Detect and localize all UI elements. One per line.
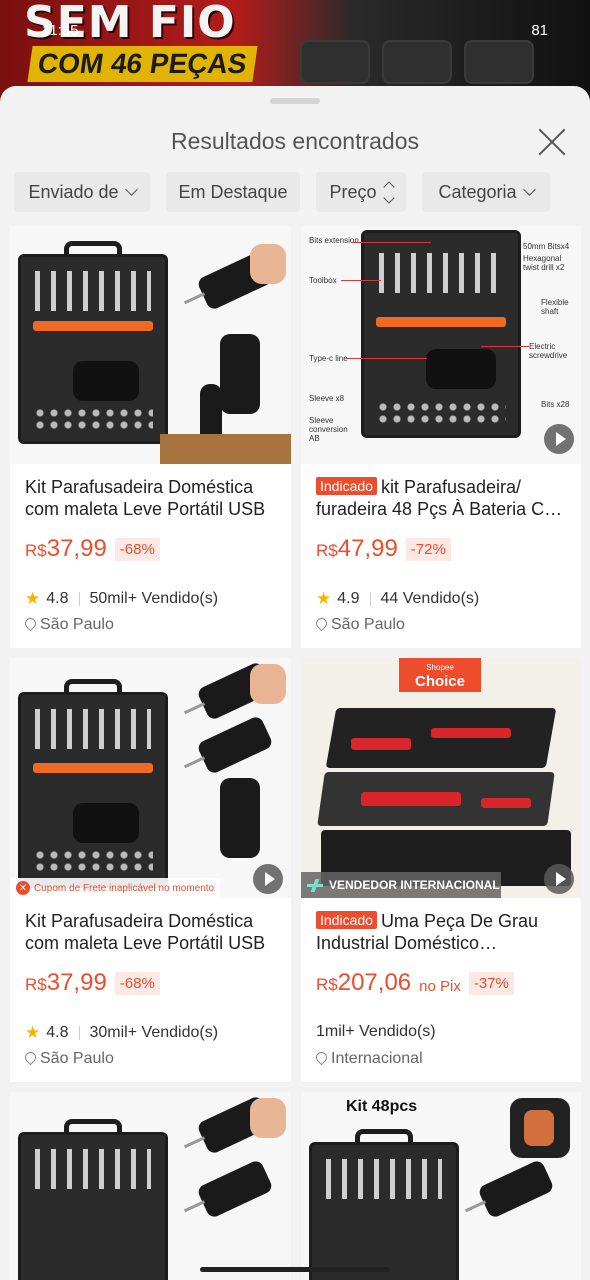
- international-seller-ribbon: VENDEDOR INTERNACIONAL: [301, 872, 501, 898]
- pix-label: no Pix: [419, 977, 461, 995]
- glove-thumbnail: [510, 1098, 570, 1158]
- filter-label: Preço: [329, 181, 377, 202]
- promo-subline: COM 46 PEÇAS: [27, 46, 258, 82]
- product-price: R$37,99: [25, 535, 107, 562]
- status-battery: 81: [531, 22, 548, 39]
- sort-icon: [382, 180, 395, 204]
- play-video-icon[interactable]: [544, 864, 574, 894]
- sold-count: 44 Vendido(s): [380, 590, 480, 607]
- rating-value: 4.9: [337, 590, 360, 607]
- product-card[interactable]: Shopee Choice VENDEDOR INTERNACIONAL Ind…: [301, 658, 581, 1082]
- product-price: R$37,99: [25, 969, 107, 996]
- filter-bar: Enviado de Em Destaque Preço Categoria: [14, 172, 576, 212]
- chevron-down-icon: [124, 183, 138, 196]
- home-indicator[interactable]: [200, 1267, 390, 1272]
- location: São Paulo: [25, 1050, 114, 1068]
- filter-label: Enviado de: [28, 181, 119, 202]
- results-sheet: Resultados encontrados Enviado de Em Des…: [0, 86, 590, 1280]
- product-image: [10, 226, 291, 464]
- indicado-tag: Indicado: [316, 911, 377, 929]
- rating-sold: ★ 4.8 50mil+ Vendido(s): [25, 589, 218, 609]
- rating-sold: 1mil+ Vendido(s): [316, 1023, 436, 1041]
- play-video-icon[interactable]: [253, 864, 283, 894]
- status-time: 11:35: [42, 22, 79, 39]
- location-pin-icon: [25, 618, 36, 632]
- discount-badge: -72%: [405, 537, 451, 561]
- star-icon: ★: [316, 589, 332, 608]
- product-card[interactable]: ✕ Cupom de Frete inaplicável no momento …: [10, 658, 291, 1082]
- filter-label: Em Destaque: [178, 181, 288, 202]
- rating-value: 4.8: [46, 590, 69, 607]
- product-image: Shopee Choice VENDEDOR INTERNACIONAL: [301, 658, 581, 898]
- product-title: Kit Parafusadeira Doméstica com maleta L…: [25, 477, 266, 519]
- sold-count: 1mil+ Vendido(s): [316, 1023, 436, 1040]
- filter-label: Categoria: [438, 181, 517, 202]
- product-grid: Kit Parafusadeira Doméstica com maleta L…: [10, 226, 581, 1280]
- price-row: R$47,99 -72%: [316, 535, 451, 563]
- filter-enviado-de[interactable]: Enviado de: [14, 172, 150, 212]
- location-pin-icon: [25, 1052, 36, 1066]
- filter-em-destaque[interactable]: Em Destaque: [166, 172, 300, 212]
- sold-count: 50mil+ Vendido(s): [89, 590, 219, 607]
- star-icon: ★: [25, 589, 41, 608]
- sheet-grabber[interactable]: [270, 98, 320, 104]
- price-row: R$207,06 no Pix -37%: [316, 969, 514, 997]
- kit-label: Kit 48pcs: [346, 1098, 418, 1115]
- product-card[interactable]: Bits extension Toolbox Type-c line Sleev…: [301, 226, 581, 648]
- location-pin-icon: [316, 618, 327, 632]
- background-banner: SEM FIO COM 46 PEÇAS 11:35 81: [0, 0, 590, 100]
- indicado-tag: Indicado: [316, 477, 377, 495]
- close-icon[interactable]: [534, 124, 570, 160]
- price-row: R$37,99 -68%: [25, 969, 160, 997]
- discount-badge: -37%: [468, 971, 514, 995]
- error-icon: ✕: [16, 881, 30, 895]
- shopee-choice-badge: Shopee Choice: [399, 658, 481, 692]
- coupon-ribbon: ✕ Cupom de Frete inaplicável no momento: [10, 878, 221, 898]
- product-price: R$207,06: [316, 969, 412, 996]
- price-row: R$37,99 -68%: [25, 535, 160, 563]
- sheet-title: Resultados encontrados: [170, 128, 420, 154]
- product-title: Indicado kit Parafusadeira/ furadeira 48 …: [316, 477, 570, 519]
- location: São Paulo: [316, 616, 405, 634]
- rating-sold: ★ 4.9 44 Vendido(s): [316, 589, 479, 609]
- rating-value: 4.8: [46, 1024, 69, 1041]
- chevron-down-icon: [522, 183, 536, 196]
- play-video-icon[interactable]: [544, 424, 574, 454]
- product-image: Kit 48pcs: [301, 1092, 581, 1280]
- product-price: R$47,99: [316, 535, 398, 562]
- product-image: ✕ Cupom de Frete inaplicável no momento: [10, 658, 291, 898]
- product-image: [10, 1092, 291, 1280]
- discount-badge: -68%: [114, 537, 160, 561]
- product-title: Indicado Uma Peça De Grau Industrial Domé…: [316, 911, 538, 953]
- product-card[interactable]: [10, 1092, 291, 1280]
- star-icon: ★: [25, 1023, 41, 1042]
- product-image: Bits extension Toolbox Type-c line Sleev…: [301, 226, 581, 464]
- product-card[interactable]: Kit Parafusadeira Doméstica com maleta L…: [10, 226, 291, 648]
- rating-sold: ★ 4.8 30mil+ Vendido(s): [25, 1023, 218, 1043]
- plane-icon: [307, 880, 323, 890]
- sold-count: 30mil+ Vendido(s): [89, 1024, 219, 1041]
- location-pin-icon: [316, 1052, 327, 1066]
- discount-badge: -68%: [114, 971, 160, 995]
- product-card[interactable]: Kit 48pcs: [301, 1092, 581, 1280]
- filter-categoria[interactable]: Categoria: [422, 172, 550, 212]
- product-title: Kit Parafusadeira Doméstica com maleta L…: [25, 911, 266, 953]
- filter-preco[interactable]: Preço: [316, 172, 406, 212]
- location: São Paulo: [25, 616, 114, 634]
- location: Internacional: [316, 1050, 423, 1068]
